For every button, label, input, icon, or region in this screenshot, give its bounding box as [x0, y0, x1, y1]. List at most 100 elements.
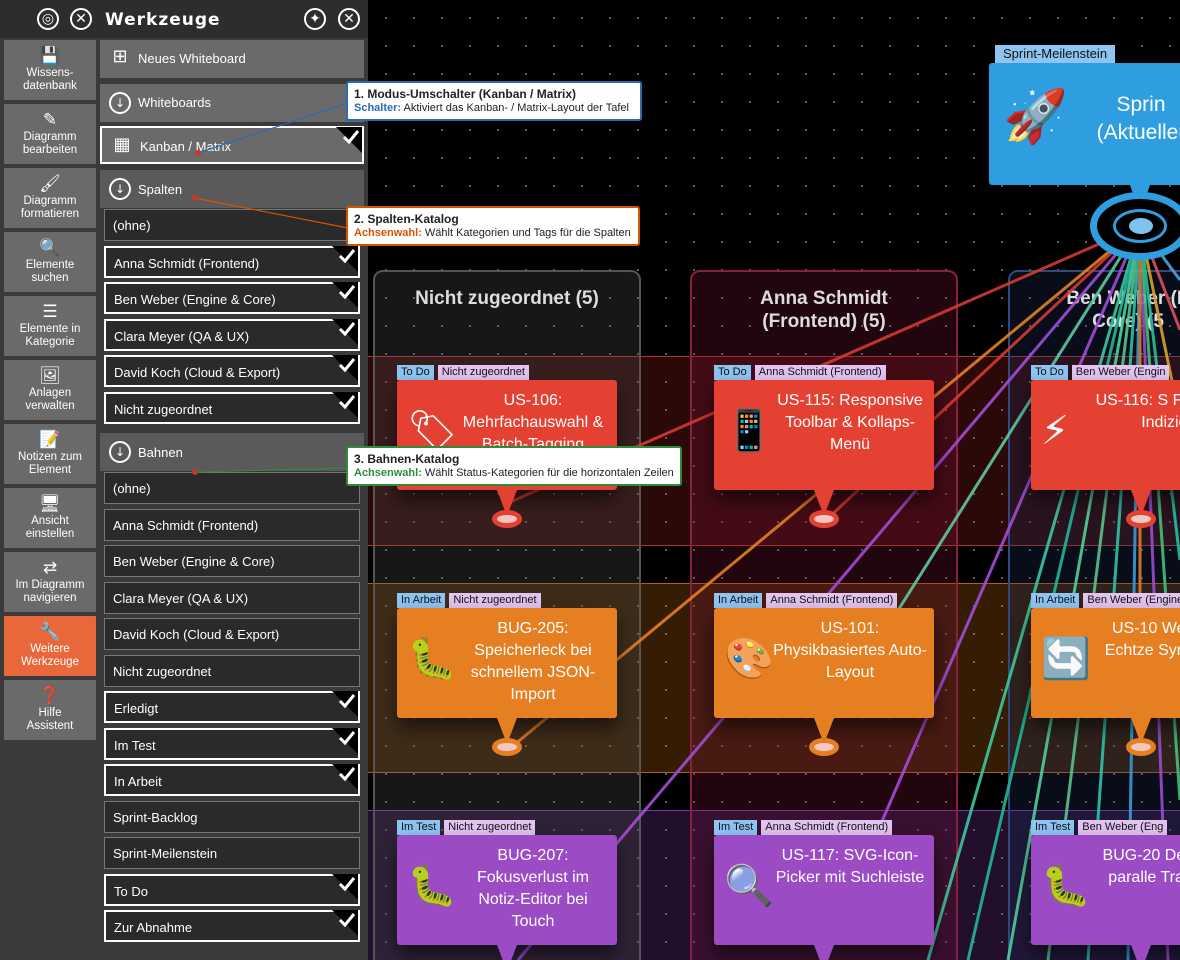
check-icon — [332, 910, 358, 936]
kanban-toggle[interactable]: ▦ Kanban / Matrix — [100, 126, 364, 164]
wrench-icon: 🔧 — [39, 622, 61, 642]
grid-add-icon: ⊞ — [112, 46, 128, 67]
close-panel-icon[interactable]: ✕ — [338, 8, 360, 30]
list-item-label: David Koch (Cloud & Export) — [114, 365, 281, 380]
list-item[interactable]: Sprint-Meilenstein — [104, 837, 360, 869]
kanban-card[interactable]: 🎨 US-101: Physikbasiertes Auto-Layout — [714, 608, 934, 718]
list-item-label: Anna Schmidt (Frontend) — [114, 255, 260, 271]
section-label: Spalten — [138, 182, 183, 197]
list-item-label: Erledigt — [114, 701, 159, 716]
kanban-card[interactable]: 📱 US-115: Responsive Toolbar & Kollaps-Me… — [714, 380, 934, 490]
card-icon: 🔍 — [724, 863, 774, 909]
arrows-icon: ⇄ — [42, 558, 58, 578]
sidebar-item-elemente-in-kategorie[interactable]: ☰ Elemente in Kategorie — [4, 296, 96, 356]
card-title: BUG-207: Fokusverlust im Notiz-Editor be… — [476, 847, 590, 930]
rail-label: Weitere — [30, 643, 70, 655]
list-item-label: (ohne) — [113, 218, 151, 233]
list-item[interactable]: Anna Schmidt (Frontend) — [104, 508, 360, 541]
kanban-card[interactable]: 🐛 BUG-207: Fokusverlust im Notiz-Editor b… — [397, 835, 617, 945]
list-item[interactable]: David Koch (Cloud & Export) — [104, 355, 360, 387]
list-item[interactable]: (ohne) — [104, 209, 360, 241]
rail-label: Elemente in — [19, 323, 81, 335]
list-item[interactable]: Ben Weber (Engine & Core) — [104, 282, 360, 314]
card-anchor — [492, 738, 522, 756]
list-item[interactable]: Sprint-Backlog — [104, 800, 360, 833]
chevron-down-icon: ↓ — [109, 92, 131, 114]
rocket-icon: 🚀 — [1003, 87, 1068, 147]
card-anchor — [1126, 738, 1156, 756]
sidebar-item-weitere-werkzeuge[interactable]: 🔧 Weitere Werkzeuge — [4, 616, 96, 676]
kanban-card[interactable]: 🐛 BUG-20 Deadlock paralle Transakti — [1031, 835, 1180, 945]
list-item[interactable]: Im Test — [104, 727, 360, 760]
person-tag: Ben Weber (Eng — [1078, 820, 1168, 835]
list-item[interactable]: David Koch (Cloud & Export) — [104, 618, 360, 650]
list-item-label: Anna Schmidt (Frontend) — [113, 517, 259, 533]
list-item[interactable]: Nicht zugeordnet — [104, 654, 360, 687]
list-item[interactable]: Zur Abnahme — [104, 910, 360, 942]
check-icon — [336, 127, 362, 153]
sidebar-item-navigieren[interactable]: ⇄ Im Diagramm navigieren — [4, 552, 96, 612]
sidebar-item-ansicht[interactable]: 🖥 Ansicht einstellen — [4, 488, 96, 548]
sidebar-item-diagramm-formatieren[interactable]: 🖌 Diagramm formatieren — [4, 168, 96, 228]
status-tag: In Arbeit — [714, 593, 763, 608]
whiteboards-button[interactable]: ↓ Whiteboards — [100, 84, 364, 122]
target-icon[interactable]: ◎ — [37, 8, 59, 30]
list-item-label: To Do — [114, 883, 148, 899]
rail-label: Element — [28, 464, 72, 476]
milestone-title: Sprin (Aktueller — [1096, 93, 1180, 144]
person-tag: Ben Weber (Engine — [1083, 593, 1180, 608]
list-item[interactable]: Clara Meyer (QA & UX) — [104, 318, 360, 351]
rail-label: verwalten — [25, 400, 75, 412]
section-label: Bahnen — [138, 445, 183, 460]
pin-icon[interactable]: ✦ — [304, 8, 326, 30]
tool-panel: ⊞ Neues Whiteboard ↓ Whiteboards ▦ Kanba… — [100, 38, 368, 960]
rail-label: Anlagen — [28, 387, 72, 399]
person-tag: Ben Weber (Engin — [1071, 365, 1170, 380]
list-item[interactable]: To Do — [104, 873, 360, 906]
sidebar-item-notizen[interactable]: 📝 Notizen zum Element — [4, 424, 96, 484]
list-item[interactable]: Erledigt — [104, 691, 360, 723]
sidebar-item-diagramm-bearbeiten[interactable]: ✎ Diagramm bearbeiten — [4, 104, 96, 164]
status-tag: Im Test — [1031, 820, 1075, 835]
person-tag: Anna Schmidt (Frontend) — [761, 820, 893, 835]
card-title: US-116: S FTS5 Vol Indizier — [1095, 392, 1180, 431]
card-anchor — [809, 738, 839, 756]
list-item[interactable]: (ohne) — [104, 472, 360, 504]
check-icon — [332, 391, 358, 418]
card-icon: 🐛 — [407, 636, 457, 682]
milestone-card[interactable]: 🚀 Sprin (Aktueller — [989, 63, 1180, 185]
bahnen-section[interactable]: ↓ Bahnen — [100, 433, 364, 471]
kanban-card[interactable]: ⚡ US-116: S FTS5 Vol Indizier — [1031, 380, 1180, 490]
check-icon — [332, 764, 358, 790]
close-icon[interactable]: ✕ — [70, 8, 92, 30]
chevron-down-icon: ↓ — [109, 441, 131, 463]
spalten-section[interactable]: ↓ Spalten — [100, 170, 364, 208]
card-title: US-10 WebSoc Echtze Synchroni — [1104, 620, 1180, 659]
panel-title: Werkzeuge — [105, 10, 221, 30]
list-item[interactable]: Nicht zugeordnet — [104, 391, 360, 424]
sidebar-item-anlagen-verwalten[interactable]: 🖼 Anlagen verwalten — [4, 360, 96, 420]
status-tag: In Arbeit — [1031, 593, 1080, 608]
rail-label: Ansicht — [31, 515, 69, 527]
list-item[interactable]: Anna Schmidt (Frontend) — [104, 245, 360, 278]
button-label: Kanban / Matrix — [140, 139, 232, 154]
rail-label: Werkzeuge — [21, 656, 79, 668]
list-item-label: Zur Abnahme — [114, 920, 193, 935]
sidebar-item-elemente-suchen[interactable]: 🔍 Elemente suchen — [4, 232, 96, 292]
sidebar-item-hilfe[interactable]: ❓ Hilfe Assistent — [4, 680, 96, 740]
card-title: US-115: Responsive Toolbar & Kollaps-Men… — [777, 392, 923, 453]
kanban-card[interactable]: 🔍 US-117: SVG-Icon-Picker mit Suchleiste — [714, 835, 934, 945]
button-label: Whiteboards — [138, 95, 211, 110]
list-item[interactable]: Clara Meyer (QA & UX) — [104, 581, 360, 614]
kanban-card[interactable]: 🔄 US-10 WebSoc Echtze Synchroni — [1031, 608, 1180, 718]
list-item[interactable]: Ben Weber (Engine & Core) — [104, 545, 360, 577]
sidebar-item-wissensdatenbank[interactable]: 💾 Wissens-datenbank — [4, 40, 96, 100]
list-item-label: David Koch (Cloud & Export) — [113, 627, 280, 642]
rail-label: Notizen zum — [18, 451, 82, 463]
list-icon: ☰ — [42, 302, 58, 322]
status-tag: To Do — [397, 365, 434, 380]
new-whiteboard-button[interactable]: ⊞ Neues Whiteboard — [100, 40, 364, 78]
list-item[interactable]: In Arbeit — [104, 764, 360, 796]
kanban-card[interactable]: 🐛 BUG-205: Speicherleck bei schnellem JSO… — [397, 608, 617, 718]
panel-header: ◎ ✕ Werkzeuge ✦ ✕ — [0, 0, 368, 38]
